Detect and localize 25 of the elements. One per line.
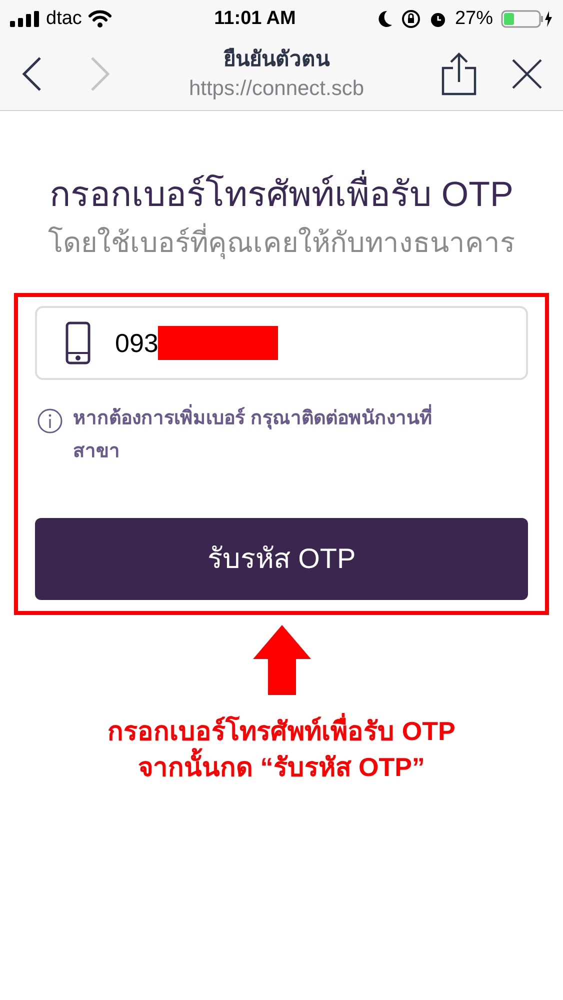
battery-charging-icon [501,10,553,28]
battery-percent: 27% [454,6,493,31]
mobile-phone-icon [65,321,91,365]
page-url: https://connect.scb [188,76,364,102]
annotation-text: จากนั้นกด “รับรหัส OTP” [138,749,425,785]
info-icon [37,408,63,434]
info-note: หากต้องการเพิ่มเบอร์ กรุณาติดต่อพนักงานที่สาขา [73,402,453,468]
share-icon[interactable] [441,52,477,96]
subheading: โดยใช้เบอร์ที่คุณเคยให้กับทางธนาคาร [48,223,515,263]
close-icon[interactable] [511,58,543,90]
signal-icon [10,11,40,27]
wifi-icon [88,10,112,28]
carrier-name: dtac [46,6,82,31]
annotation-text: กรอกเบอร์โทรศัพท์เพื่อรับ OTP [108,713,456,749]
get-otp-button[interactable]: รับรหัส OTP [35,518,528,600]
rotation-lock-icon [400,9,421,29]
back-icon[interactable] [20,56,44,92]
clock-time: 11:01 AM [213,6,297,31]
heading: กรอกเบอร์โทรศัพท์เพื่อรับ OTP [50,171,514,219]
up-arrow [252,625,310,695]
page-title: ยืนยันตัวตน [224,46,330,73]
alarm-icon [428,10,447,28]
moon-icon [376,10,393,28]
phone-number: 093 [115,326,158,360]
phone-field[interactable]: 093 [35,306,528,380]
